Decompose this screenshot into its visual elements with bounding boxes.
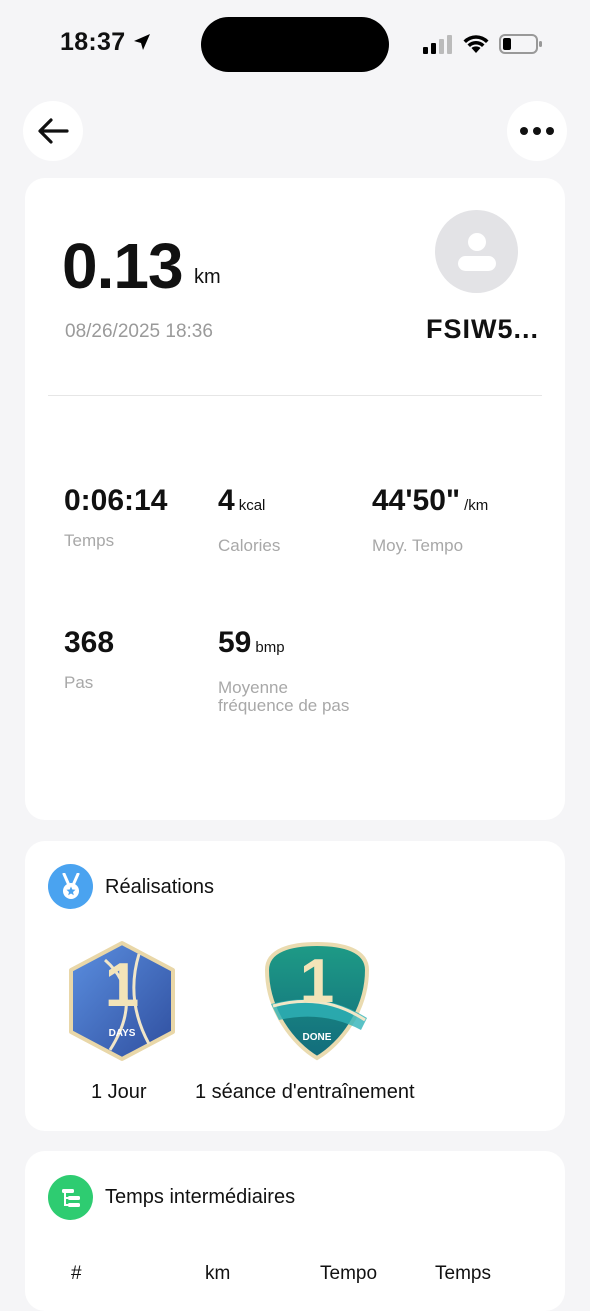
status-time: 18:37 xyxy=(60,28,126,56)
stat-cadence-label-line1: Moyenne xyxy=(218,678,288,697)
stat-cadence: 59 bmp Moyenne fréquence de pas xyxy=(218,626,349,715)
stat-steps-value: 368 xyxy=(64,626,115,659)
done-badge-caption: DONE xyxy=(302,1032,332,1043)
arrow-left-icon xyxy=(38,118,69,144)
badge-done[interactable]: 1 DONE xyxy=(263,940,371,1067)
stat-pace-unit: /km xyxy=(464,497,489,514)
stat-time: 0:06:14 Temps xyxy=(64,484,167,550)
ellipsis-icon xyxy=(520,127,554,135)
medal-icon xyxy=(48,864,93,909)
stat-calories: 4 kcal Calories xyxy=(218,484,280,555)
splits-col-index: # xyxy=(71,1263,82,1284)
stat-cadence-value: 59 xyxy=(218,626,252,659)
status-bar: 18:37 xyxy=(0,0,590,90)
cellular-signal-icon xyxy=(423,35,452,54)
stat-steps-label: Pas xyxy=(64,673,94,692)
done-badge-number: 1 xyxy=(299,947,335,1016)
wifi-icon xyxy=(463,35,489,53)
splits-col-pace: Tempo xyxy=(320,1263,378,1284)
location-arrow-icon xyxy=(134,34,150,50)
stat-cadence-unit: bmp xyxy=(255,639,285,656)
stat-calories-unit: kcal xyxy=(238,497,266,514)
stat-pace-value: 44'50" xyxy=(372,484,461,517)
stat-time-label: Temps xyxy=(64,531,115,550)
badge-days[interactable]: 1 DAYS xyxy=(65,940,179,1067)
stat-time-value: 0:06:14 xyxy=(64,484,168,517)
days-badge-number: 1 xyxy=(104,951,140,1020)
workout-datetime: 08/26/2025 18:36 xyxy=(65,321,213,342)
stat-cadence-label-line2: fréquence de pas xyxy=(218,696,350,715)
stat-steps: 368 Pas xyxy=(64,626,114,692)
badge-days-label: 1 Jour xyxy=(91,1081,147,1103)
distance-value: 0.13 xyxy=(62,230,184,302)
badge-done-label: 1 séance d'entraînement xyxy=(195,1081,415,1103)
days-badge-caption: DAYS xyxy=(108,1028,136,1039)
stat-calories-label: Calories xyxy=(218,536,281,555)
splits-col-time: Temps xyxy=(435,1263,491,1284)
splits-title: Temps intermédiaires xyxy=(105,1186,296,1208)
splits-list-icon xyxy=(48,1175,93,1220)
battery-icon xyxy=(499,34,542,54)
username: FSIW5... xyxy=(425,314,539,344)
achievements-title: Réalisations xyxy=(105,876,214,898)
stat-calories-value: 4 xyxy=(218,484,235,517)
stat-pace: 44'50"/km Moy. Tempo xyxy=(372,484,488,555)
divider xyxy=(48,395,542,396)
avatar[interactable] xyxy=(435,210,518,293)
achievements-card: Réalisations 1 DAYS 1 Jour 1 DONE 1 séan… xyxy=(25,841,565,1131)
splits-card: Temps intermédiaires # km Tempo Temps xyxy=(25,1151,565,1311)
dynamic-island xyxy=(201,17,389,72)
back-button[interactable] xyxy=(23,101,83,161)
splits-col-km: km xyxy=(205,1263,231,1284)
workout-summary-card: 0.13 km 08/26/2025 18:36 FSIW5... 0:06:1… xyxy=(25,178,565,820)
stat-pace-label: Moy. Tempo xyxy=(372,536,464,555)
more-options-button[interactable] xyxy=(507,101,567,161)
user-icon xyxy=(457,232,496,271)
distance-unit: km xyxy=(194,266,221,288)
